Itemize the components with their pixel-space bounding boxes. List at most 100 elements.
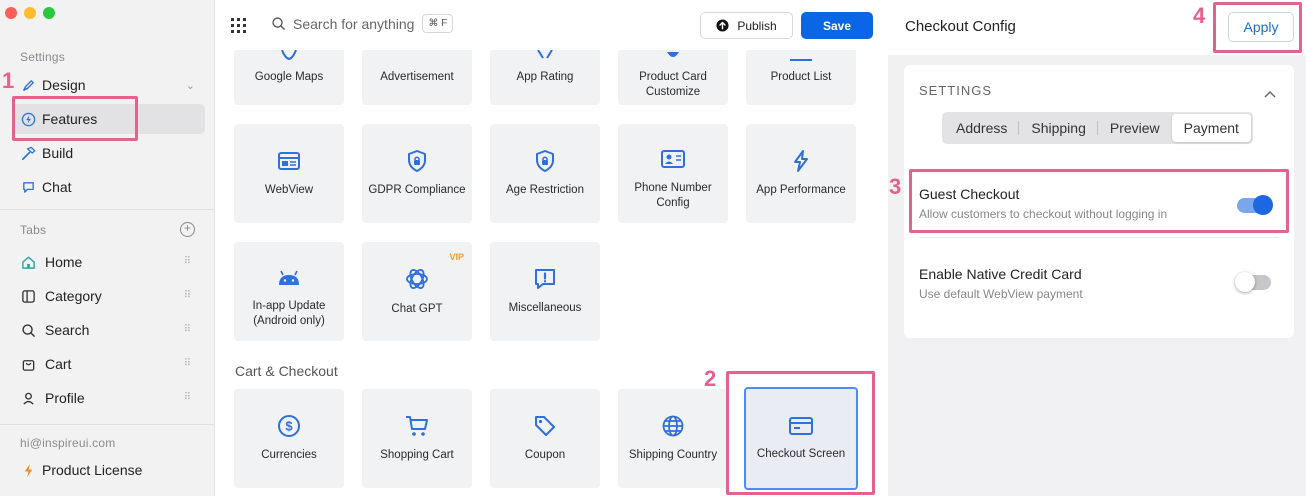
tab-label: Profile [45,390,85,406]
tab-label: Category [45,288,102,304]
close-window-button[interactable] [5,7,17,19]
feature-card-checkout-screen[interactable]: Checkout Screen [744,387,858,490]
sidebar-tab-search[interactable]: Search ⠿ [12,315,205,345]
feature-card-advertisement[interactable]: Advertisement [362,50,472,105]
annotation-number: 2 [704,366,717,391]
save-button[interactable]: Save [801,12,873,39]
product-license-item[interactable]: Product License [12,455,205,485]
sidebar-tab-home[interactable]: Home ⠿ [12,247,205,277]
vip-badge: VIP [449,252,464,262]
drag-handle-icon[interactable]: ⠿ [184,393,191,403]
drag-handle-icon[interactable]: ⠿ [184,257,191,267]
feature-card-shipping-country[interactable]: Shipping Country [618,389,728,488]
publish-label: Publish [737,18,777,33]
segment-address[interactable]: Address [944,114,1020,142]
sidebar-item-features[interactable]: Features [12,104,205,134]
drag-handle-icon[interactable]: ⠿ [184,359,191,369]
config-header: Checkout Config Apply [888,0,1306,55]
apps-grid-icon[interactable] [231,18,246,38]
sidebar-tab-category[interactable]: Category ⠿ [12,281,205,311]
add-tab-icon[interactable]: + [180,222,195,237]
apply-button[interactable]: Apply [1228,12,1294,42]
upload-icon [716,19,729,32]
card-label: GDPR Compliance [368,184,466,196]
chevron-up-icon[interactable] [1264,85,1276,103]
card-label: Chat GPT [391,303,443,315]
tab-label: Cart [45,356,72,372]
feature-card-app-rating[interactable]: App Rating [490,50,600,105]
feature-card-in-app-update[interactable]: In-app Update (Android only) [234,242,344,341]
category-icon [20,288,36,304]
native-credit-card-setting: Enable Native Credit Card Use default We… [919,266,1279,301]
sidebar-item-label: Chat [42,179,72,195]
feature-card-age-restriction[interactable]: Age Restriction [490,124,600,223]
card-label: Miscellaneous [508,302,582,314]
feature-card-shopping-cart[interactable]: Shopping Cart [362,389,472,488]
shopping-cart-icon [404,414,430,438]
sidebar-item-label: Features [42,111,98,127]
feature-card-miscellaneous[interactable]: Miscellaneous [490,242,600,341]
feature-card-coupon[interactable]: Coupon [490,389,600,488]
config-title: Checkout Config [905,18,1016,35]
tabs-section-label: Tabs [20,223,47,237]
sidebar-tab-profile[interactable]: Profile ⠿ [12,383,205,413]
maximize-window-button[interactable] [43,7,55,19]
segment-shipping[interactable]: Shipping [1019,114,1098,142]
search-placeholder: Search for anything [293,15,415,32]
setting-subtitle: Use default WebView payment [919,287,1083,301]
shield-lock-icon [533,149,557,173]
native-credit-card-toggle[interactable] [1235,272,1271,292]
design-pen-icon [20,77,36,93]
search-bar[interactable]: Search for anything ⌘ F [271,14,454,33]
sidebar-item-build[interactable]: Build [12,138,205,168]
segment-preview[interactable]: Preview [1098,114,1172,142]
feature-card-chat-gpt[interactable]: VIP Chat GPT [362,242,472,341]
sidebar-divider [0,209,215,210]
feature-card-webview[interactable]: WebView [234,124,344,223]
publish-button[interactable]: Publish [700,12,793,39]
android-icon [276,267,302,289]
card-label: Shopping Cart [380,449,454,461]
sidebar-item-design[interactable]: Design ⌄ [12,70,205,100]
tag-icon [533,414,557,438]
setting-subtitle: Allow customers to checkout without logg… [919,207,1168,221]
card-label: In-app Update (Android only) [252,299,326,327]
sidebar-tab-cart[interactable]: Cart ⠿ [12,349,205,379]
feature-card-app-performance[interactable]: App Performance [746,124,856,223]
feature-card-phone-number-config[interactable]: Phone Number Config [618,124,728,223]
minimize-window-button[interactable] [24,7,36,19]
feature-card-product-card-customize[interactable]: Product Card Customize [618,50,728,105]
contact-card-icon [660,147,686,171]
card-label: Checkout Screen [756,448,846,460]
card-label: Shipping Country [628,449,718,461]
credit-card-icon [788,415,814,437]
feature-card-currencies[interactable]: $ Currencies [234,389,344,488]
search-icon [272,17,285,30]
card-label: Product Card Customize [639,71,707,98]
card-label: Google Maps [254,71,324,83]
segment-payment[interactable]: Payment [1171,114,1251,142]
sidebar-item-label: Design [42,77,86,93]
shield-icon [665,50,681,65]
feature-card-gdpr-compliance[interactable]: GDPR Compliance [362,124,472,223]
card-label: App Performance [756,184,846,196]
feature-card-product-list[interactable]: Product List [746,50,856,105]
feature-card-google-maps[interactable]: Google Maps [234,50,344,105]
map-pin-icon [276,50,302,65]
save-label: Save [822,18,852,33]
setting-title: Enable Native Credit Card [919,266,1082,282]
list-icon [790,52,812,67]
setting-title: Guest Checkout [919,186,1020,202]
drag-handle-icon[interactable]: ⠿ [184,325,191,335]
search-icon [20,322,36,338]
browser-window-icon [277,149,301,173]
setting-divider [919,237,1279,238]
sidebar-item-chat[interactable]: Chat [12,172,205,202]
guest-checkout-toggle[interactable] [1237,195,1273,215]
apply-label: Apply [1243,19,1279,35]
card-label: Phone Number Config [634,181,712,209]
settings-section-label: Settings [20,50,65,64]
drag-handle-icon[interactable]: ⠿ [184,291,191,301]
toggle-knob [1253,195,1273,215]
alert-message-icon [533,267,557,291]
